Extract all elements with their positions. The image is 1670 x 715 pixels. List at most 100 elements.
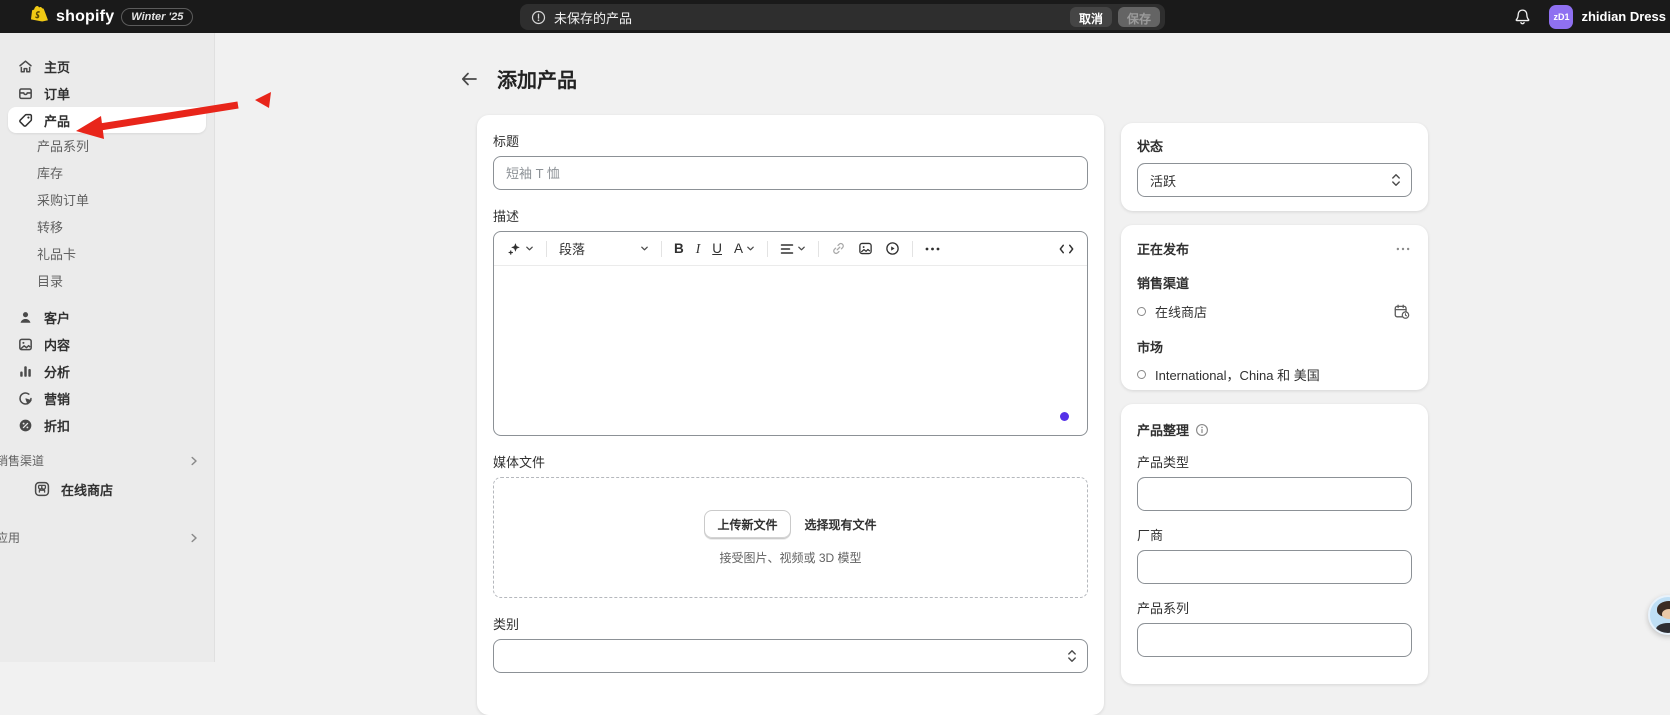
updown-chevrons-icon (1391, 173, 1401, 187)
category-select[interactable] (493, 639, 1088, 673)
save-button[interactable]: 保存 (1117, 7, 1160, 27)
insert-video-icon[interactable] (880, 237, 905, 260)
link-icon[interactable] (826, 237, 851, 260)
description-editor: 段落 B I U A (493, 231, 1088, 436)
updown-chevrons-icon (1067, 649, 1077, 663)
sidebar-item-inventory[interactable]: 库存 (8, 161, 206, 187)
media-image-icon (17, 336, 34, 353)
publishing-title: 正在发布 (1137, 242, 1190, 257)
markets-radio-icon (1137, 370, 1146, 379)
sidebar-item-online-store[interactable]: 在线商店 (8, 475, 206, 503)
storefront-icon (33, 480, 51, 498)
avatar-photo (1657, 601, 1670, 619)
title-input[interactable] (493, 156, 1088, 190)
info-icon (531, 10, 546, 25)
orders-icon (17, 85, 34, 102)
media-hint: 接受图片、视频或 3D 模型 (719, 550, 862, 565)
user-menu[interactable]: zD1 zhidian Dress (1549, 4, 1666, 29)
sidebar-item-marketing[interactable]: 营销 (8, 385, 206, 411)
sales-channels-section[interactable]: 销售渠道 (0, 452, 200, 469)
brand-name: shopify (56, 7, 115, 25)
sidebar-item-purchase-orders[interactable]: 采购订单 (8, 188, 206, 214)
magic-assist-dot (1060, 412, 1069, 421)
category-label: 类别 (493, 617, 520, 632)
insert-image-icon[interactable] (853, 237, 878, 260)
notifications-bell-icon[interactable] (1512, 6, 1533, 28)
collections-label: 产品系列 (1137, 601, 1190, 616)
sidebar-item-gift-cards[interactable]: 礼品卡 (8, 242, 206, 268)
chevron-down-icon (526, 246, 533, 251)
sidebar-item-orders[interactable]: 订单 (8, 80, 206, 106)
alignment-button[interactable] (775, 239, 811, 259)
sidebar-item-products[interactable]: 产品 (8, 107, 206, 133)
magic-ai-button[interactable] (502, 237, 539, 260)
markets-value: International，China 和 美国 (1155, 368, 1320, 383)
select-existing-button[interactable]: 选择现有文件 (805, 516, 877, 533)
apps-label: 应用 (0, 531, 21, 545)
paragraph-style-value: 段落 (559, 242, 586, 257)
topbar-right: zD1 zhidian Dress (1512, 0, 1670, 33)
text-color-button[interactable]: A (729, 237, 760, 260)
show-html-code-icon[interactable] (1054, 239, 1079, 259)
sidebar-item-discounts[interactable]: 折扣 (8, 412, 206, 438)
sidebar: 主页 订单 产品 产品系列 库存 采购订单 转移 礼品卡 目录 客户 内容 分析… (0, 33, 215, 662)
topbar: shopify Winter '25 未保存的产品 取消 保存 zD1 zhid… (0, 0, 1670, 33)
support-chat-avatar[interactable] (1648, 595, 1670, 635)
user-avatar: zD1 (1549, 4, 1574, 29)
sidebar-item-transfers[interactable]: 转移 (8, 215, 206, 241)
description-label: 描述 (493, 209, 520, 224)
chevron-down-icon (641, 246, 648, 251)
sidebar-item-label: 内容 (44, 337, 71, 353)
sidebar-item-customers[interactable]: 客户 (8, 304, 206, 330)
product-type-input[interactable] (1137, 477, 1412, 511)
italic-button[interactable]: I (691, 237, 706, 261)
cancel-button[interactable]: 取消 (1069, 7, 1112, 27)
sidebar-item-label: 主页 (44, 59, 71, 75)
status-card: 状态 活跃 (1121, 123, 1428, 211)
channel-radio-icon (1137, 307, 1146, 316)
status-select[interactable]: 活跃 (1137, 163, 1412, 197)
sidebar-item-home[interactable]: 主页 (8, 53, 206, 79)
chevron-down-icon (798, 246, 805, 251)
status-label: 状态 (1137, 139, 1164, 154)
back-arrow-icon[interactable] (455, 65, 483, 93)
bold-button[interactable]: B (669, 237, 689, 260)
annotation-triangle (255, 92, 271, 108)
media-dropzone[interactable]: 上传新文件 选择现有文件 接受图片、视频或 3D 模型 (493, 477, 1088, 598)
paragraph-style-dropdown[interactable]: 段落 (554, 235, 654, 262)
title-label: 标题 (493, 134, 520, 149)
vendor-input[interactable] (1137, 550, 1412, 584)
collections-input[interactable] (1137, 623, 1412, 657)
sidebar-item-label: 分析 (44, 364, 71, 380)
sidebar-item-content[interactable]: 内容 (8, 331, 206, 357)
sidebar-item-analytics[interactable]: 分析 (8, 358, 206, 384)
sidebar-item-label: 在线商店 (61, 482, 114, 498)
schedule-calendar-icon[interactable] (1391, 301, 1412, 322)
chevron-right-icon (188, 532, 200, 544)
sidebar-item-collections[interactable]: 产品系列 (8, 134, 206, 160)
person-icon (17, 309, 34, 326)
underline-button[interactable]: U (707, 237, 727, 260)
tag-icon (17, 112, 34, 129)
vendor-label: 厂商 (1137, 528, 1164, 543)
channel-row: 在线商店 (1137, 301, 1412, 322)
user-name: zhidian Dress (1581, 9, 1666, 24)
bar-chart-icon (17, 363, 34, 380)
target-cursor-icon (17, 390, 34, 407)
markets-row: International，China 和 美国 (1137, 365, 1412, 384)
sidebar-item-label: 营销 (44, 391, 71, 407)
publishing-more-icon[interactable] (1394, 245, 1412, 253)
more-options-icon[interactable] (920, 243, 945, 255)
info-circle-icon[interactable] (1195, 423, 1209, 437)
sidebar-item-label: 折扣 (44, 418, 71, 434)
apps-section[interactable]: 应用 (0, 529, 200, 546)
sales-channels-label: 销售渠道 (0, 454, 45, 468)
description-textarea[interactable] (494, 266, 1087, 435)
product-organization-card: 产品整理 产品类型 厂商 产品系列 (1121, 404, 1428, 684)
markets-subhead: 市场 (1137, 340, 1164, 355)
media-actions: 上传新文件 选择现有文件 (704, 509, 877, 539)
sidebar-item-catalogs[interactable]: 目录 (8, 269, 206, 295)
page-header: 添加产品 (455, 64, 577, 93)
upload-new-button[interactable]: 上传新文件 (704, 509, 791, 539)
page-title: 添加产品 (497, 70, 577, 92)
